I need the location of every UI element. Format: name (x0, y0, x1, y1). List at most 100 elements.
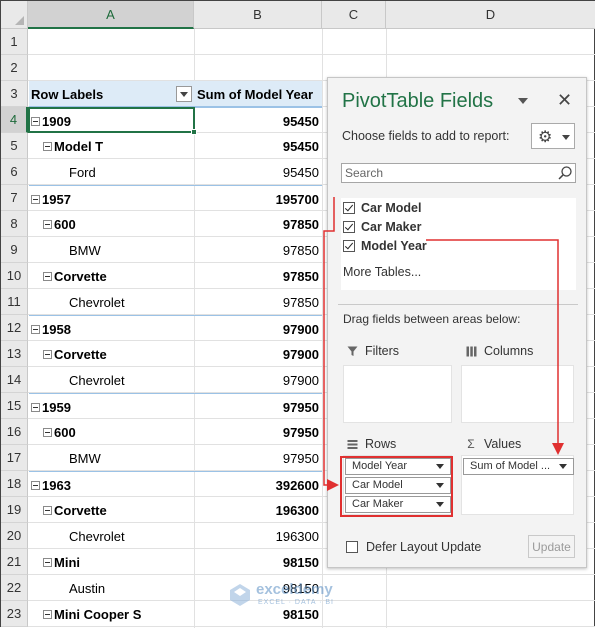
pivot-row[interactable]: Model T 95450 (29, 133, 322, 159)
defer-label: Defer Layout Update (366, 540, 482, 554)
pivot-row[interactable]: 600 97850 (29, 211, 322, 237)
filters-label: Filters (365, 344, 400, 358)
fill-handle[interactable] (191, 129, 197, 135)
row-header-6[interactable]: 6 (1, 159, 28, 185)
close-icon[interactable]: ✕ (557, 90, 572, 111)
row-header-18[interactable]: 18 (1, 471, 28, 497)
pivot-row[interactable]: Corvette 97850 (29, 263, 322, 289)
column-header-b[interactable]: B (194, 1, 322, 29)
sigma-icon: Σ (467, 437, 475, 451)
checkbox-unchecked-icon[interactable] (346, 541, 358, 553)
row-header-19[interactable]: 19 (1, 497, 28, 523)
defer-layout-update-option[interactable]: Defer Layout Update (346, 540, 481, 554)
chevron-down-icon[interactable] (559, 464, 567, 469)
row-header-5[interactable]: 5 (1, 133, 28, 159)
pivot-row-label: Austin (69, 575, 105, 601)
sum-of-model-year-header: Sum of Model Year (197, 86, 314, 102)
row-labels-filter-dropdown[interactable] (176, 86, 192, 102)
row-header-20[interactable]: 20 (1, 523, 28, 549)
more-tables-link[interactable]: More Tables... (343, 265, 421, 279)
collapse-icon[interactable] (43, 505, 52, 515)
row-header-10[interactable]: 10 (1, 263, 28, 289)
column-header-a[interactable]: A (28, 1, 194, 29)
pivot-row-label: 600 (43, 419, 76, 445)
pivot-row[interactable]: 1963 392600 (29, 471, 322, 497)
checkbox-checked-icon[interactable] (343, 240, 355, 252)
pivot-row-label-text: Corvette (54, 502, 107, 518)
pivot-row[interactable]: BMW 97950 (29, 445, 322, 471)
update-button[interactable]: Update (528, 535, 575, 558)
drag-fields-label: Drag fields between areas below: (343, 312, 521, 326)
row-header-3[interactable]: 3 (1, 81, 28, 107)
pane-options-caret-icon[interactable] (518, 98, 528, 104)
collapse-icon[interactable] (43, 219, 52, 229)
row-labels-header: Row Labels (31, 86, 104, 102)
row-header-14[interactable]: 14 (1, 367, 28, 393)
columns-drop-area[interactable] (461, 365, 574, 423)
pivot-row[interactable]: Corvette 196300 (29, 497, 322, 523)
select-all-corner[interactable] (1, 1, 28, 29)
pivot-row[interactable]: BMW 97850 (29, 237, 322, 263)
pivot-row-label-text: 1963 (42, 477, 71, 493)
row-header-15[interactable]: 15 (1, 393, 28, 419)
pivot-row[interactable]: 1958 97900 (29, 315, 322, 341)
pivot-row[interactable]: 1957 195700 (29, 185, 322, 211)
pivot-row-label: Ford (69, 159, 96, 185)
pivot-row[interactable]: Chevrolet 97900 (29, 367, 322, 393)
collapse-icon[interactable] (31, 480, 40, 490)
row-header-17[interactable]: 17 (1, 445, 28, 471)
collapse-icon[interactable] (31, 324, 40, 334)
pivot-row[interactable]: Corvette 97900 (29, 341, 322, 367)
row-header-13[interactable]: 13 (1, 341, 28, 367)
pivot-header-row: Row Labels Sum of Model Year (29, 81, 322, 107)
field-car-model[interactable]: Car Model (343, 199, 421, 217)
pivot-row[interactable]: 600 97950 (29, 419, 322, 445)
collapse-icon[interactable] (43, 557, 52, 567)
pivot-row-label-text: Model T (54, 138, 104, 154)
checkbox-checked-icon[interactable] (343, 221, 355, 233)
pivot-row-label-text: BMW (69, 242, 101, 258)
collapse-icon[interactable] (43, 609, 52, 619)
pivot-row-label: Chevrolet (69, 289, 125, 315)
pivot-row[interactable]: Chevrolet 97850 (29, 289, 322, 315)
row-header-12[interactable]: 12 (1, 315, 28, 341)
pivot-row[interactable]: Ford 95450 (29, 159, 322, 185)
row-header-1[interactable]: 1 (1, 29, 28, 55)
collapse-icon[interactable] (43, 271, 52, 281)
row-header-11[interactable]: 11 (1, 289, 28, 315)
pivot-row[interactable]: Chevrolet 196300 (29, 523, 322, 549)
row-header-2[interactable]: 2 (1, 55, 28, 81)
row-header-7[interactable]: 7 (1, 185, 28, 211)
field-model-year[interactable]: Model Year (343, 237, 427, 255)
row-header-23[interactable]: 23 (1, 601, 28, 627)
column-header-d[interactable]: D (386, 1, 595, 29)
row-header-21[interactable]: 21 (1, 549, 28, 575)
pivot-row-label-text: Mini Cooper S (54, 606, 142, 622)
collapse-icon[interactable] (43, 141, 52, 151)
active-cell-a4[interactable] (28, 107, 197, 135)
checkbox-checked-icon[interactable] (343, 202, 355, 214)
pivot-row[interactable]: 1959 97950 (29, 393, 322, 419)
collapse-icon[interactable] (43, 349, 52, 359)
row-gridline (28, 54, 595, 55)
filters-drop-area[interactable] (343, 365, 452, 423)
watermark-name: exceldemy (256, 581, 333, 598)
pivot-row-label-text: 600 (54, 424, 76, 440)
row-header-9[interactable]: 9 (1, 237, 28, 263)
row-header-16[interactable]: 16 (1, 419, 28, 445)
row-header-8[interactable]: 8 (1, 211, 28, 237)
tools-button[interactable]: ⚙ (531, 123, 575, 149)
pivot-row-label: Model T (43, 133, 103, 159)
field-car-maker[interactable]: Car Maker (343, 218, 421, 236)
values-chip-sum-of-model-year[interactable]: Sum of Model ... (463, 458, 574, 475)
row-header-4[interactable]: 4 (1, 107, 28, 133)
collapse-icon[interactable] (31, 402, 40, 412)
row-header-22[interactable]: 22 (1, 575, 28, 601)
pivot-row-value: 97850 (282, 216, 319, 232)
collapse-icon[interactable] (31, 194, 40, 204)
pivot-row-value: 97900 (282, 346, 319, 362)
field-search-input[interactable]: Search (341, 163, 576, 183)
pivot-row[interactable]: Mini 98150 (29, 549, 322, 575)
column-header-c[interactable]: C (322, 1, 386, 29)
collapse-icon[interactable] (43, 427, 52, 437)
